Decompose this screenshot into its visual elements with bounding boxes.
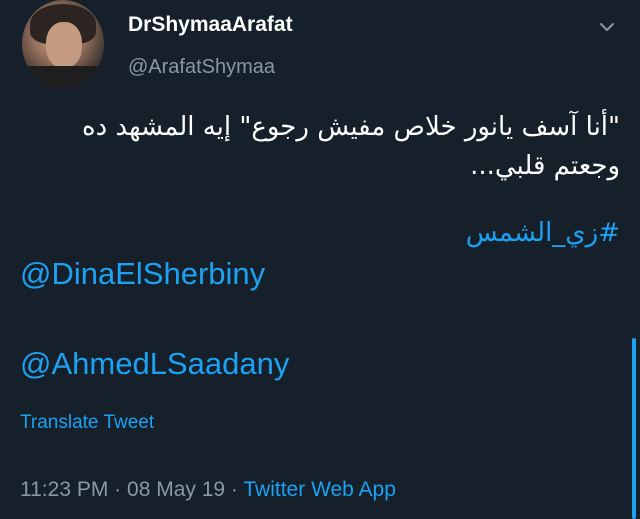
- meta-separator: ·: [230, 478, 238, 501]
- author-avatar[interactable]: [22, 0, 104, 88]
- tweet-date[interactable]: 08 May 19: [127, 478, 225, 501]
- meta-separator: ·: [114, 478, 122, 501]
- tweet-source-link[interactable]: Twitter Web App: [243, 478, 396, 501]
- mention-link[interactable]: @DinaElSherbiny: [20, 256, 265, 292]
- author-handle[interactable]: @ArafatShymaa: [128, 56, 275, 79]
- chevron-down-icon[interactable]: [596, 16, 618, 38]
- avatar-shoulders: [22, 66, 104, 88]
- tweet-time[interactable]: 11:23 PM: [20, 478, 108, 501]
- tweet-metadata: 11:23 PM · 08 May 19 · Twitter Web App: [20, 478, 396, 502]
- scrollbar[interactable]: [632, 338, 636, 519]
- tweet-text: "أنا آسف يانور خلاص مفيش رجوع" إيه المشه…: [82, 112, 620, 181]
- author-display-name[interactable]: DrShymaaArafat: [128, 13, 293, 37]
- avatar-face: [46, 22, 82, 68]
- hashtag-link[interactable]: #زي_الشمس: [466, 214, 620, 253]
- mention-link[interactable]: @AhmedLSaadany: [20, 346, 289, 382]
- translate-tweet-link[interactable]: Translate Tweet: [20, 412, 154, 434]
